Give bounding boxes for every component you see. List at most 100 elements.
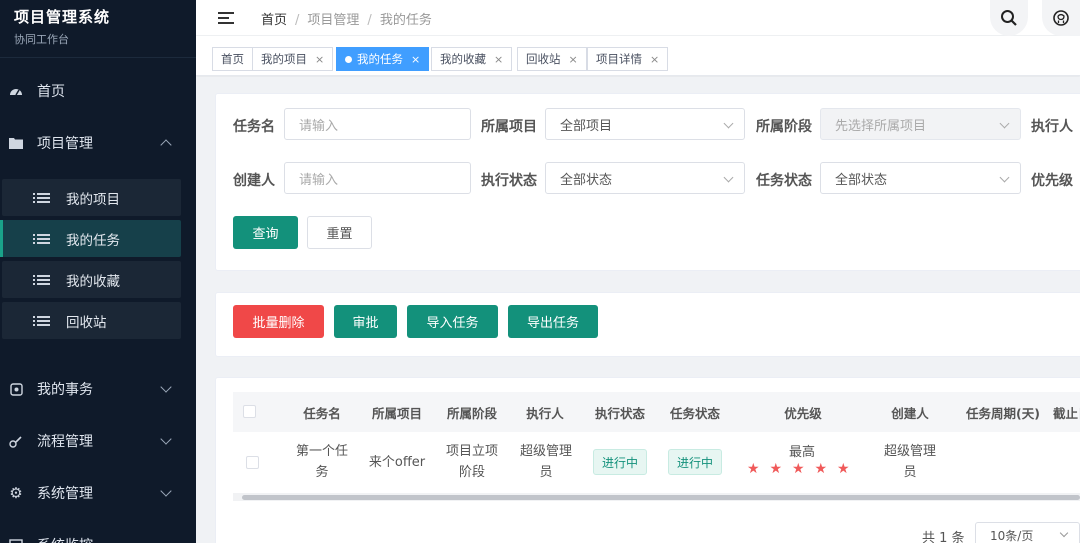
task-status-select[interactable]: 全部状态 — [820, 162, 1021, 194]
github-icon[interactable] — [1042, 0, 1080, 36]
column-header[interactable]: 执行人 — [511, 392, 579, 432]
pager-total: 共 1 条 — [922, 531, 965, 543]
sidebar-item-label: 流程管理 — [37, 434, 93, 450]
sidebar-subitem-my-tasks[interactable]: 我的任务 — [0, 220, 181, 257]
close-icon[interactable]: × — [569, 53, 578, 66]
table-scrollbar-thumb[interactable] — [242, 495, 1080, 500]
tag-my-favorites[interactable]: 我的收藏 × — [431, 47, 513, 71]
breadcrumb-item[interactable]: 项目管理 — [307, 13, 359, 28]
column-header[interactable]: 优先级 — [743, 392, 863, 432]
star-icon: ★ — [769, 461, 783, 477]
close-icon[interactable]: × — [315, 53, 324, 66]
active-dot-icon — [345, 55, 352, 63]
select-all-checkbox[interactable] — [243, 405, 256, 418]
chevron-down-icon — [160, 381, 172, 393]
sidebar-item-label: 首页 — [37, 84, 65, 100]
deadline-cell — [1051, 441, 1080, 483]
sidebar-item-project-management[interactable]: 项目管理 — [0, 123, 196, 163]
close-icon[interactable]: × — [650, 53, 659, 66]
task-name-label: 任务名 — [233, 119, 275, 135]
tag-my-projects[interactable]: 我的项目 × — [252, 47, 334, 71]
list-icon — [33, 232, 50, 246]
column-header[interactable]: 任务状态 — [661, 392, 729, 432]
column-header[interactable]: 创建人 — [875, 392, 945, 432]
monitor-icon — [8, 537, 24, 543]
exec-status-value: 全部状态 — [560, 172, 613, 188]
row-checkbox[interactable] — [246, 456, 259, 469]
query-button[interactable]: 查询 — [233, 216, 298, 249]
batch-delete-button[interactable]: 批量删除 — [233, 305, 324, 338]
star-icon: ★ — [837, 461, 850, 477]
sidebar-item-home[interactable]: 首页 — [0, 71, 196, 111]
chevron-down-icon — [1059, 528, 1069, 538]
close-icon[interactable]: × — [411, 53, 420, 66]
project-select[interactable]: 全部项目 — [545, 108, 745, 140]
stage-cell: 项目立项阶段 — [445, 444, 498, 480]
sidebar-subitem-recycle-bin[interactable]: 回收站 — [2, 302, 181, 339]
sidebar-subitem-my-projects[interactable]: 我的项目 — [2, 179, 181, 216]
exec-status-badge: 进行中 — [593, 449, 648, 475]
sidebar-subitem-my-favorites[interactable]: 我的收藏 — [2, 261, 181, 298]
reset-button[interactable]: 重置 — [307, 216, 372, 249]
task-name-cell[interactable]: 第一个任务 — [292, 441, 352, 483]
tag-home[interactable]: 首页 — [212, 47, 253, 71]
column-header[interactable]: 截止日 — [1051, 392, 1080, 432]
gear-icon: ⚙ — [9, 484, 23, 502]
column-header[interactable]: 任务名 — [288, 392, 356, 432]
sidebar-item-system-monitor[interactable]: 系统监控 — [0, 525, 196, 543]
sidebar: 项目管理系统 协同工作台 首页 项目管理 我的项目 我的任务 我的收藏 回收站 … — [0, 0, 196, 543]
import-tasks-button[interactable]: 导入任务 — [407, 305, 498, 338]
top-header: 首页 / 项目管理 / 我的任务 — [196, 0, 1080, 36]
sidebar-item-label: 系统监控 — [37, 535, 93, 543]
sidebar-item-label: 系统管理 — [37, 486, 93, 502]
sidebar-subitem-label: 我的收藏 — [66, 273, 120, 290]
project-label: 所属项目 — [481, 119, 537, 135]
list-icon — [33, 314, 50, 328]
column-header[interactable]: 执行状态 — [586, 392, 654, 432]
brand-title: 项目管理系统 — [14, 8, 111, 26]
list-icon — [33, 191, 50, 205]
collapse-menu-icon[interactable] — [218, 12, 234, 24]
column-header[interactable]: 所属阶段 — [438, 392, 506, 432]
task-status-badge: 进行中 — [668, 449, 723, 475]
project-select-value: 全部项目 — [560, 118, 613, 134]
search-icon[interactable] — [990, 0, 1028, 36]
task-name-input[interactable]: 请输入 — [284, 108, 471, 140]
exec-status-label: 执行状态 — [481, 173, 537, 189]
breadcrumb-item[interactable]: 首页 — [261, 13, 287, 28]
sidebar-item-label: 我的事务 — [37, 382, 93, 398]
chevron-down-icon — [723, 172, 734, 183]
export-tasks-button[interactable]: 导出任务 — [508, 305, 598, 338]
approve-button[interactable]: 审批 — [334, 305, 397, 338]
tag-label: 回收站 — [526, 52, 561, 66]
workflow-icon — [8, 433, 24, 449]
tag-label: 项目详情 — [596, 52, 642, 66]
project-cell: 来个offer — [368, 454, 426, 470]
tag-label: 我的项目 — [261, 52, 307, 66]
close-icon[interactable]: × — [494, 53, 503, 66]
tags-bar: 首页 我的项目 × 我的任务 × 我的收藏 × 回收站 × 项目详情 × — [196, 36, 1080, 76]
column-header[interactable]: 任务周期(天) — [955, 392, 1051, 432]
tag-project-detail[interactable]: 项目详情 × — [587, 47, 669, 71]
chevron-down-icon — [160, 433, 172, 445]
stage-select[interactable]: 先选择所属项目 — [820, 108, 1021, 140]
select-all-cell — [233, 392, 263, 432]
executor-label: 执行人 — [1031, 119, 1073, 135]
creator-input[interactable]: 请输入 — [284, 162, 471, 194]
executor-cell: 超级管理员 — [519, 444, 572, 480]
column-header[interactable]: 所属项目 — [363, 392, 431, 432]
sidebar-item-system-management[interactable]: ⚙ 系统管理 — [0, 473, 196, 513]
chevron-up-icon — [160, 139, 172, 151]
creator-cell: 超级管理员 — [883, 444, 936, 480]
tag-label: 首页 — [221, 52, 244, 66]
tag-my-tasks[interactable]: 我的任务 × — [336, 47, 430, 71]
task-status-label: 任务状态 — [756, 173, 812, 189]
tag-recycle-bin[interactable]: 回收站 × — [517, 47, 587, 71]
folder-icon — [8, 135, 24, 151]
chevron-down-icon — [160, 485, 172, 497]
sidebar-item-my-affairs[interactable]: 我的事务 — [0, 369, 196, 409]
sidebar-item-workflow[interactable]: 流程管理 — [0, 421, 196, 461]
star-icon: ★ — [814, 461, 828, 477]
exec-status-select[interactable]: 全部状态 — [545, 162, 745, 194]
page-size-select[interactable]: 10条/页 — [975, 522, 1080, 543]
